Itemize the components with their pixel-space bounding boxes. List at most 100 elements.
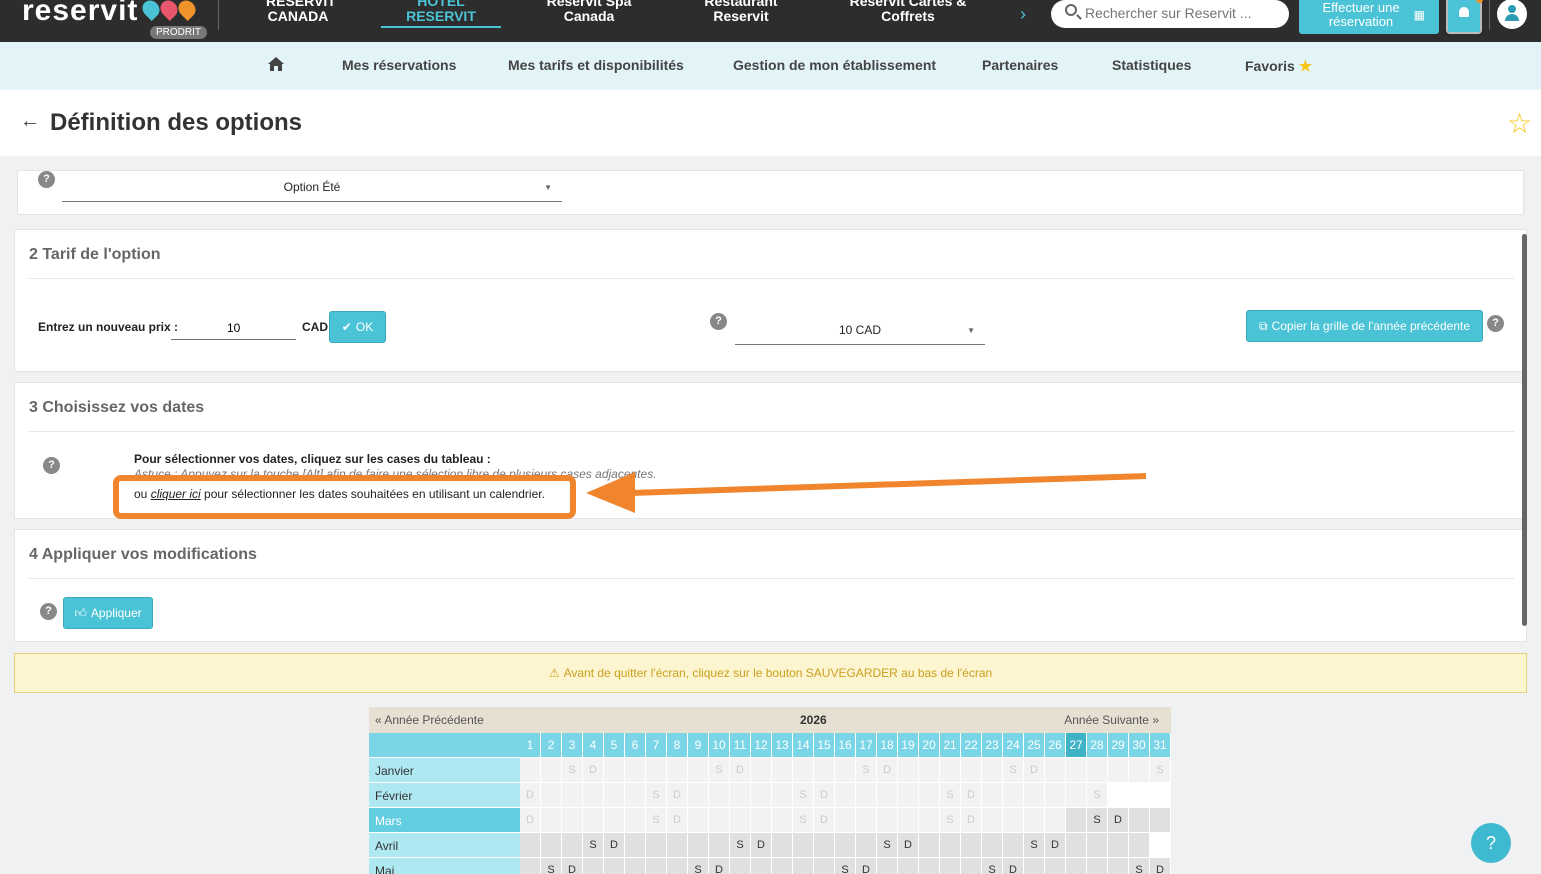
day-cell[interactable]: S [877, 833, 898, 858]
day-cell[interactable]: D [1108, 808, 1129, 833]
day-cell[interactable] [1045, 808, 1066, 833]
chevron-right-icon[interactable]: › [1020, 4, 1026, 25]
day-cell[interactable] [1066, 783, 1087, 808]
day-cell[interactable] [1129, 833, 1150, 858]
day-cell[interactable] [688, 808, 709, 833]
day-cell[interactable] [1066, 833, 1087, 858]
day-cell[interactable]: S [646, 783, 667, 808]
day-cell[interactable] [604, 758, 625, 783]
day-cell[interactable]: D [583, 758, 604, 783]
day-cell[interactable] [1066, 858, 1087, 874]
day-cell[interactable] [982, 808, 1003, 833]
day-cell[interactable]: D [1150, 858, 1171, 874]
day-cell[interactable]: D [667, 783, 688, 808]
ok-button[interactable]: ✔ OK [329, 311, 386, 343]
day-cell[interactable] [520, 858, 541, 874]
month-label[interactable]: Janvier [369, 758, 520, 783]
day-cell[interactable] [520, 833, 541, 858]
copy-grid-button[interactable]: ⧉ Copier la grille de l'année précédente [1246, 310, 1483, 342]
notifications-button[interactable] [1446, 0, 1483, 34]
day-cell[interactable]: S [1150, 758, 1171, 783]
subnav-reservations[interactable]: Mes réservations [342, 57, 456, 73]
day-cell[interactable]: D [814, 783, 835, 808]
day-cell[interactable]: S [1129, 858, 1150, 874]
day-cell[interactable] [541, 833, 562, 858]
day-cell[interactable]: D [751, 833, 772, 858]
day-cell[interactable] [751, 858, 772, 874]
day-cell[interactable] [1024, 783, 1045, 808]
day-cell[interactable]: S [1003, 758, 1024, 783]
day-cell[interactable]: D [520, 808, 541, 833]
day-cell[interactable] [646, 758, 667, 783]
subnav-tarifs[interactable]: Mes tarifs et disponibilités [508, 57, 684, 73]
home-icon[interactable] [268, 57, 284, 71]
day-cell[interactable] [1003, 833, 1024, 858]
month-label[interactable]: Mai [369, 858, 520, 874]
day-cell[interactable] [1150, 808, 1171, 833]
day-cell[interactable] [940, 833, 961, 858]
day-cell[interactable] [982, 783, 1003, 808]
day-cell[interactable] [562, 783, 583, 808]
day-cell[interactable] [709, 783, 730, 808]
day-cell[interactable] [1108, 758, 1129, 783]
day-cell[interactable] [1024, 858, 1045, 874]
day-cell[interactable] [856, 808, 877, 833]
day-cell[interactable]: S [1087, 808, 1108, 833]
day-cell[interactable] [1087, 758, 1108, 783]
day-cell[interactable] [793, 858, 814, 874]
subnav-partenaires[interactable]: Partenaires [982, 57, 1058, 73]
day-cell[interactable] [835, 783, 856, 808]
day-cell[interactable] [1024, 808, 1045, 833]
day-cell[interactable] [1066, 758, 1087, 783]
day-cell[interactable] [541, 783, 562, 808]
day-cell[interactable]: D [1003, 858, 1024, 874]
day-cell[interactable] [898, 858, 919, 874]
topnav-spa[interactable]: Reservit Spa Canada [544, 0, 634, 24]
day-cell[interactable] [814, 858, 835, 874]
day-cell[interactable]: D [1024, 758, 1045, 783]
help-icon[interactable]: ? [40, 603, 57, 620]
day-cell[interactable] [835, 833, 856, 858]
day-cell[interactable] [961, 858, 982, 874]
day-cell[interactable] [1003, 783, 1024, 808]
day-cell[interactable]: S [1024, 833, 1045, 858]
day-cell[interactable] [1108, 833, 1129, 858]
reservit-logo[interactable]: reservit [22, 0, 138, 28]
price-select[interactable]: 10 CAD ▼ [735, 323, 985, 345]
topnav-hotel-reservit[interactable]: HOTEL RESERVIT [381, 0, 501, 28]
day-cell[interactable] [751, 783, 772, 808]
apply-button[interactable]: 👍︎ Appliquer [63, 597, 153, 629]
day-cell[interactable] [562, 808, 583, 833]
day-cell[interactable] [877, 808, 898, 833]
day-cell[interactable] [583, 808, 604, 833]
day-cell[interactable] [541, 808, 562, 833]
price-input[interactable] [171, 316, 296, 340]
day-cell[interactable]: D [1045, 833, 1066, 858]
topnav-cartes[interactable]: Reservit Cartes & Coffrets [848, 0, 968, 24]
day-cell[interactable] [793, 833, 814, 858]
day-cell[interactable] [919, 808, 940, 833]
day-cell[interactable]: S [940, 783, 961, 808]
day-cell[interactable]: S [688, 858, 709, 874]
day-cell[interactable]: S [583, 833, 604, 858]
day-cell[interactable] [772, 783, 793, 808]
day-cell[interactable] [919, 783, 940, 808]
day-cell[interactable] [961, 758, 982, 783]
day-cell[interactable] [667, 858, 688, 874]
month-label[interactable]: Avril [369, 833, 520, 858]
day-cell[interactable]: D [709, 858, 730, 874]
day-cell[interactable]: S [646, 808, 667, 833]
day-cell[interactable]: D [562, 858, 583, 874]
day-cell[interactable] [1129, 758, 1150, 783]
day-cell[interactable] [604, 783, 625, 808]
day-cell[interactable]: S [793, 783, 814, 808]
day-cell[interactable] [1129, 808, 1150, 833]
subnav-gestion[interactable]: Gestion de mon établissement [733, 57, 936, 73]
day-cell[interactable] [814, 833, 835, 858]
day-cell[interactable] [751, 808, 772, 833]
search-box[interactable] [1051, 0, 1289, 28]
prev-year-link[interactable]: « Année Précédente [375, 713, 484, 727]
help-icon[interactable]: ? [43, 457, 60, 474]
day-cell[interactable] [772, 808, 793, 833]
day-cell[interactable] [856, 783, 877, 808]
